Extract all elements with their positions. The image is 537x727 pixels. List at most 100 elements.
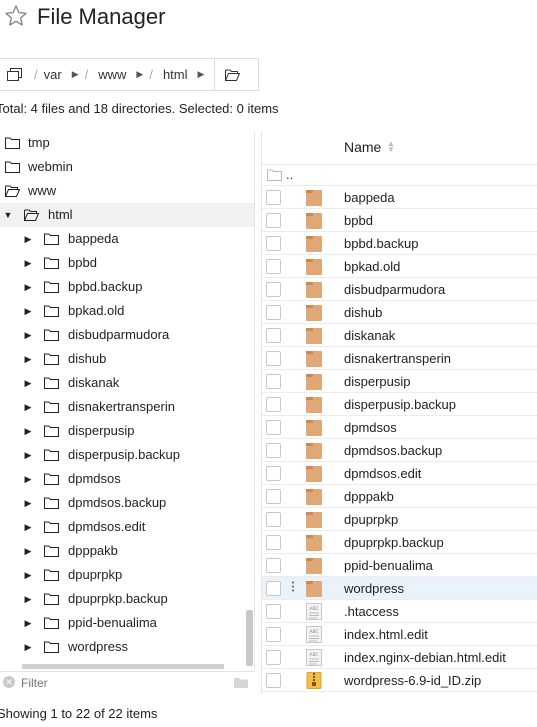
row-checkbox[interactable] [266,213,281,228]
file-row[interactable]: ppid-benualima [262,554,537,577]
caret-right-icon[interactable]: ▶ [23,371,33,395]
row-checkbox[interactable] [266,305,281,320]
row-checkbox[interactable] [266,328,281,343]
file-name[interactable]: disperpusip.backup [344,397,456,412]
file-name[interactable]: dpuprpkp [344,512,398,527]
file-name[interactable]: diskanak [344,328,395,343]
breadcrumb-item-html[interactable]: html [163,59,188,90]
row-menu-icon[interactable]: • • • [290,580,296,595]
row-checkbox[interactable] [266,443,281,458]
row-checkbox[interactable] [266,581,281,596]
tree-item[interactable]: ▶ bpbd.backup [0,275,254,299]
file-row[interactable]: dpuprpkp.backup [262,531,537,554]
caret-right-icon[interactable]: ▶ [23,611,33,635]
caret-down-icon[interactable]: ▼ [3,203,13,227]
file-row[interactable]: dpuprpkp [262,508,537,531]
caret-right-icon[interactable]: ▶ [23,299,33,323]
tree-item[interactable]: ▶ dpmdsos.backup [0,491,254,515]
file-row[interactable]: dpmdsos [262,416,537,439]
column-name-header[interactable]: Name [344,139,381,155]
file-name[interactable]: bpbd [344,213,373,228]
file-name[interactable]: dishub [344,305,382,320]
caret-right-icon[interactable]: ▶ [23,467,33,491]
tree-item[interactable]: webmin [0,155,254,179]
file-name[interactable]: dpuprpkp.backup [344,535,444,550]
file-name[interactable]: dpmdsos [344,420,397,435]
file-row[interactable]: dishub [262,301,537,324]
caret-right-icon[interactable]: ▶ [23,635,33,659]
row-checkbox[interactable] [266,489,281,504]
caret-right-icon[interactable]: ▶ [23,395,33,419]
tree-item[interactable]: ▶ dpppakb [0,539,254,563]
open-folder-button[interactable] [215,59,249,90]
file-row[interactable]: disnakertransperin [262,347,537,370]
file-row[interactable]: dpmdsos.edit [262,462,537,485]
file-name[interactable]: disnakertransperin [344,351,451,366]
tree-item[interactable]: ▶ dishub [0,347,254,371]
file-row[interactable]: dpppakb [262,485,537,508]
caret-right-icon[interactable]: ▶ [23,227,33,251]
file-name[interactable]: dpppakb [344,489,394,504]
row-checkbox[interactable] [266,397,281,412]
caret-right-icon[interactable]: ▶ [23,275,33,299]
caret-right-icon[interactable]: ▶ [23,419,33,443]
tree-horizontal-scrollbar[interactable] [22,664,224,669]
row-checkbox[interactable] [266,558,281,573]
tree-item[interactable]: tmp [0,132,254,155]
file-row[interactable]: bpbd [262,209,537,232]
file-name[interactable]: wordpress-6.9-id_ID.zip [344,673,481,688]
file-name[interactable]: wordpress [344,581,404,596]
row-checkbox[interactable] [266,351,281,366]
caret-right-icon[interactable]: ▶ [23,563,33,587]
file-row[interactable]: disperpusip.backup [262,393,537,416]
clear-filter-icon[interactable]: ✕ [3,676,15,688]
row-checkbox[interactable] [266,512,281,527]
file-name[interactable]: index.html.edit [344,627,428,642]
row-checkbox[interactable] [266,650,281,665]
tree-item[interactable]: ▶ disnakertransperin [0,395,254,419]
breadcrumb-item-www[interactable]: www [98,59,126,90]
filter-input[interactable] [21,674,226,692]
file-row[interactable]: bpbd.backup [262,232,537,255]
file-name[interactable]: bappeda [344,190,395,205]
row-checkbox[interactable] [266,627,281,642]
file-row[interactable]: dpmdsos.backup [262,439,537,462]
row-checkbox[interactable] [266,282,281,297]
row-checkbox[interactable] [266,673,281,688]
file-row[interactable]: wordpress-6.9-id_ID.zip [262,669,537,692]
caret-right-icon[interactable]: ▶ [23,443,33,467]
file-name[interactable]: index.nginx-debian.html.edit [344,650,506,665]
root-folders-button[interactable] [0,59,28,90]
sort-icon[interactable]: ▲ ▼ [387,140,395,154]
caret-right-icon[interactable]: ▶ [136,69,143,80]
caret-right-icon[interactable]: ▶ [23,515,33,539]
file-name[interactable]: disperpusip [344,374,411,389]
file-row[interactable]: ABC .htaccess [262,600,537,623]
file-name[interactable]: ppid-benualima [344,558,433,573]
tree-item[interactable]: ▶ dpuprpkp [0,563,254,587]
tree-item[interactable]: ▶ dpmdsos.edit [0,515,254,539]
star-icon[interactable] [4,4,28,28]
file-name[interactable]: .htaccess [344,604,399,619]
caret-right-icon[interactable]: ▶ [23,491,33,515]
file-row[interactable]: ABC index.html.edit [262,623,537,646]
file-row[interactable]: • • • wordpress [262,577,537,600]
caret-right-icon[interactable]: ▶ [23,251,33,275]
row-checkbox[interactable] [266,420,281,435]
row-checkbox[interactable] [266,604,281,619]
row-checkbox[interactable] [266,466,281,481]
row-checkbox[interactable] [266,236,281,251]
caret-right-icon[interactable]: ▶ [23,323,33,347]
caret-right-icon[interactable]: ▶ [198,69,205,80]
file-name[interactable]: bpkad.old [344,259,400,274]
file-name[interactable]: disbudparmudora [344,282,445,297]
caret-right-icon[interactable]: ▶ [23,587,33,611]
tree-item[interactable]: ▶ bpkad.old [0,299,254,323]
row-checkbox[interactable] [266,259,281,274]
tree-item[interactable]: ▶ disperpusip [0,419,254,443]
row-checkbox[interactable] [266,374,281,389]
file-name[interactable]: bpbd.backup [344,236,418,251]
tree-item[interactable]: ▶ disperpusip.backup [0,443,254,467]
folder-icon[interactable] [233,676,249,689]
tree-item[interactable]: ▶ wordpress [0,635,254,659]
